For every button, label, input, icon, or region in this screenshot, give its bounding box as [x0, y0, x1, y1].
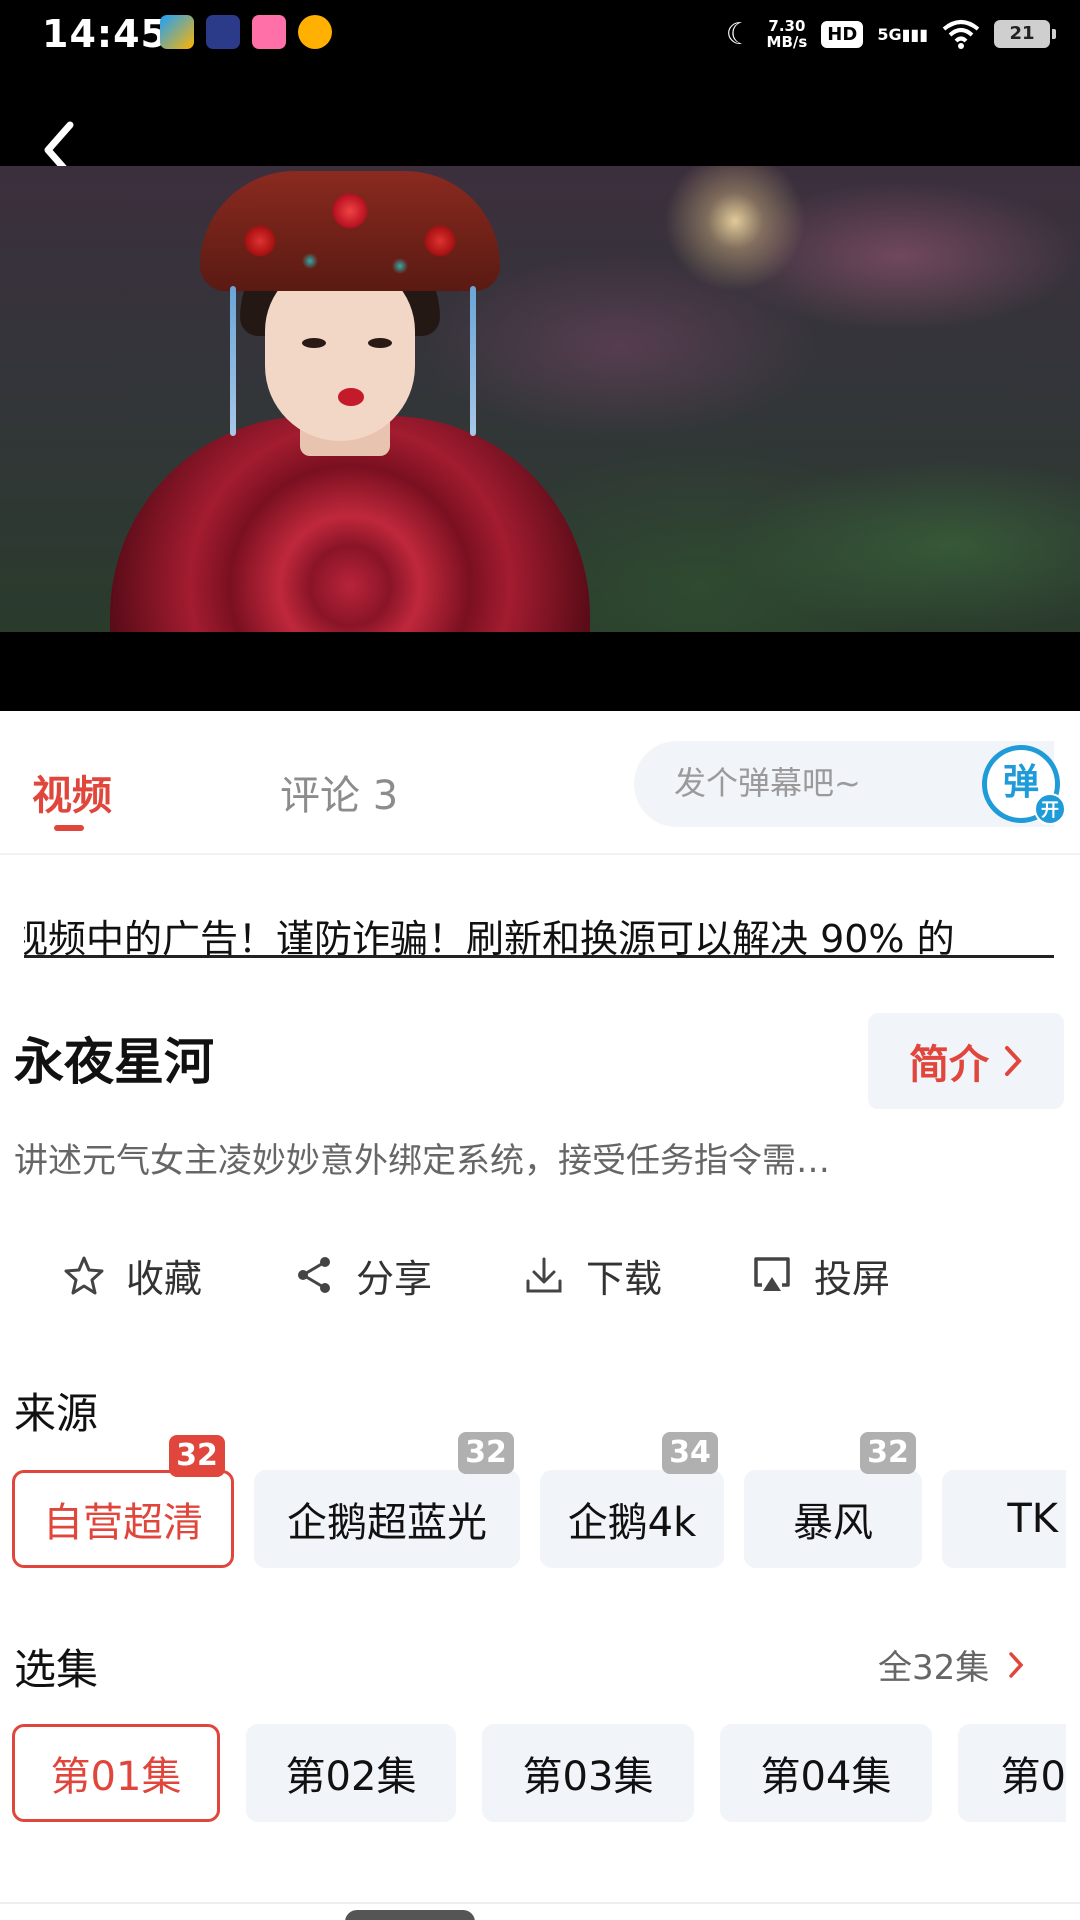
share-icon — [298, 1257, 330, 1293]
episode-chip[interactable]: 第03集 — [482, 1724, 694, 1822]
source-chip[interactable]: 暴风 32 — [744, 1432, 922, 1568]
status-indicators: ☾ 7.30 MB/s HD 5G▮▮▮ 21 — [725, 12, 1056, 56]
video-figure-tassel — [230, 286, 236, 436]
episode-chip[interactable]: 第04集 — [720, 1724, 932, 1822]
notice-text: 视频中的广告！谨防诈骗！刷新和换源可以解决 90% 的 — [24, 917, 955, 958]
source-list: 自营超清 32 企鹅超蓝光 32 企鹅4k 34 暴风 32 TK — [0, 1432, 1080, 1580]
battery-indicator: 21 — [994, 20, 1056, 48]
moon-icon: ☾ — [725, 16, 753, 52]
video-figure-eye — [302, 338, 326, 348]
bilibili-icon — [252, 15, 286, 49]
intro-button[interactable]: 简介 — [868, 1013, 1064, 1109]
status-time: 14:45 — [42, 12, 168, 56]
chevron-right-icon — [1009, 1651, 1024, 1678]
episode-list: 第01集 第02集 第03集 第04集 第0 — [0, 1724, 1080, 1834]
share-label: 分享 — [356, 1256, 433, 1301]
source-section-label: 来源 — [14, 1389, 99, 1438]
tab-active-indicator — [54, 825, 84, 831]
notice-marquee: 视频中的广告！谨防诈骗！刷新和换源可以解决 90% 的 — [24, 906, 1054, 958]
bottom-sheet-handle[interactable] — [345, 1910, 475, 1920]
notification-app-icon — [160, 15, 194, 49]
action-bar: 收藏 分享 下载 投屏 — [0, 1245, 1080, 1305]
episode-count-badge: 32 — [169, 1435, 225, 1477]
source-chip-label: TK — [1007, 1496, 1058, 1542]
source-chip-label: 企鹅超蓝光 — [287, 1500, 487, 1546]
net-speed-value: 7.30 — [768, 17, 806, 35]
show-description: 讲述元气女主凌妙妙意外绑定系统，接受任务指令需… — [14, 1141, 830, 1181]
source-chip[interactable]: TK — [942, 1470, 1066, 1568]
tab-video[interactable]: 视频 — [32, 763, 112, 821]
episode-chip-label: 第03集 — [522, 1754, 654, 1800]
cast-label: 投屏 — [814, 1256, 891, 1301]
video-figure-eye — [368, 338, 392, 348]
episode-section-label: 选集 — [14, 1645, 99, 1694]
episode-chip-label: 第02集 — [285, 1754, 417, 1800]
cast-button[interactable]: 投屏 — [750, 1245, 890, 1305]
episode-chip[interactable]: 第01集 — [12, 1724, 220, 1822]
signal-icon: 5G▮▮▮ — [877, 24, 928, 44]
danmu-input[interactable] — [674, 763, 974, 803]
video-frame[interactable] — [0, 166, 1080, 632]
intro-button-label: 简介 — [909, 1042, 989, 1088]
hd-badge: HD — [821, 20, 864, 48]
tab-bar: 视频 评论 3 — [0, 711, 1080, 855]
favorite-label: 收藏 — [126, 1256, 203, 1301]
episode-chip-label: 第0 — [1000, 1754, 1066, 1800]
cast-icon — [754, 1257, 790, 1291]
video-figure-lips — [338, 388, 364, 406]
wifi-icon — [942, 20, 980, 49]
star-icon — [64, 1256, 104, 1295]
source-chip[interactable]: 企鹅超蓝光 32 — [254, 1432, 520, 1568]
episode-count-badge: 32 — [860, 1432, 916, 1474]
episode-chip-label: 第01集 — [50, 1754, 182, 1800]
episode-count-badge: 34 — [662, 1432, 718, 1474]
net-speed-unit: MB/s — [766, 33, 808, 51]
danmu-toggle-badge: 开 — [1034, 793, 1066, 825]
source-chip-label: 暴风 — [793, 1500, 873, 1546]
download-label: 下载 — [586, 1256, 663, 1301]
video-figure-tassel — [470, 286, 476, 436]
download-button[interactable]: 下载 — [522, 1245, 662, 1305]
all-episodes-label: 全32集 — [878, 1648, 990, 1688]
download-icon — [526, 1257, 562, 1293]
favorite-button[interactable]: 收藏 — [62, 1245, 202, 1305]
episode-chip[interactable]: 第0 — [958, 1724, 1066, 1822]
source-chip[interactable]: 企鹅4k 34 — [540, 1432, 724, 1568]
notification-app-icon — [206, 15, 240, 49]
weibo-icon — [298, 15, 332, 49]
source-chip-label: 企鹅4k — [567, 1500, 697, 1546]
source-chip-label: 自营超清 — [43, 1500, 203, 1546]
all-episodes-link[interactable]: 全32集 — [878, 1640, 1025, 1689]
tab-comments[interactable]: 评论 3 — [280, 763, 398, 821]
source-chip[interactable]: 自营超清 32 — [12, 1435, 234, 1568]
share-button[interactable]: 分享 — [292, 1245, 432, 1305]
show-title: 永夜星河 — [14, 1033, 214, 1091]
chevron-right-icon — [1005, 1046, 1022, 1076]
episode-count-badge: 32 — [458, 1432, 514, 1474]
section-divider — [0, 1902, 1080, 1904]
video-figure-headdress — [200, 171, 500, 291]
episode-chip[interactable]: 第02集 — [246, 1724, 456, 1822]
episode-chip-label: 第04集 — [760, 1754, 892, 1800]
network-speed: 7.30 MB/s — [767, 18, 808, 50]
signal-label: 5G — [877, 24, 902, 44]
status-bar: 14:45 ☾ 7.30 MB/s HD 5G▮▮▮ 21 — [0, 0, 1080, 66]
